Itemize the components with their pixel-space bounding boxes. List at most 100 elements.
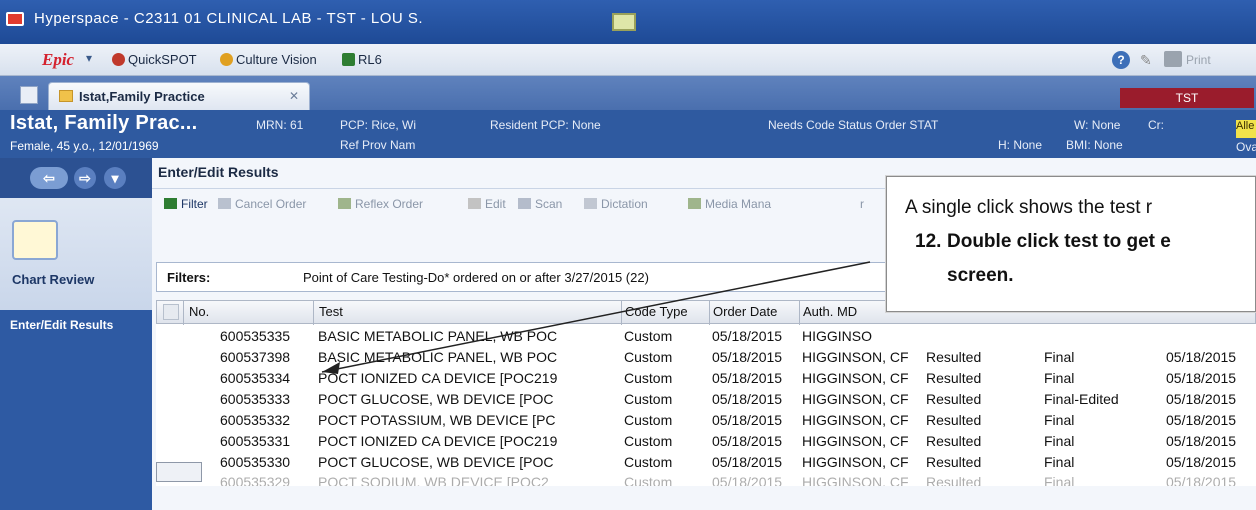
row-order-date: 05/18/2015 [712,391,783,407]
culture-vision-button[interactable]: Culture Vision [236,52,317,67]
row-order-date: 05/18/2015 [712,454,783,470]
row-code-type: Custom [624,328,673,344]
table-row[interactable]: 600535329 POCT SODIUM, WB DEVICE [POC2 C… [156,472,1256,486]
row-auth-md: HIGGINSON, CF [802,454,909,470]
epic-menu-button[interactable]: Epic [42,50,74,70]
column-header-auth-md[interactable]: Auth. MD [803,304,857,319]
row-order-date: 05/18/2015 [712,349,783,365]
patient-ref-prov: Ref Prov Nam [340,138,416,152]
row-result-status: Final [1044,370,1075,386]
quickspot-button[interactable]: QuickSPOT [128,52,197,67]
sidebar-item-chart-review[interactable]: Chart Review [0,198,152,310]
scan-button[interactable]: Scan [518,197,562,211]
navigation-controls: ⇦ ⇨ ▾ [0,158,152,198]
row-result-status: Final [1044,433,1075,449]
edit-button[interactable]: Edit [468,197,506,211]
table-row[interactable]: 600535333 POCT GLUCOSE, WB DEVICE [POC C… [156,389,1256,410]
column-header-order-date[interactable]: Order Date [713,304,777,319]
select-all-checkbox[interactable] [163,304,179,320]
row-result-date: 05/18/2015 [1166,412,1237,428]
media-icon [688,198,701,209]
table-row[interactable]: 600535335 BASIC METABOLIC PANEL, WB POC … [156,326,1256,347]
home-tab-button[interactable] [20,86,38,104]
column-header-test[interactable]: Test [319,304,343,319]
sidebar-item-enter-edit-results[interactable]: Enter/Edit Results [0,310,152,340]
callout-line-1: A single click shows the test r [905,197,1153,218]
table-row[interactable]: 600537398 BASIC METABOLIC PANEL, WB POC … [156,347,1256,368]
results-table: No. Test Code Type Order Date Auth. MD 6… [156,300,1256,486]
row-result-date: 05/18/2015 [1166,391,1237,407]
instruction-callout: A single click shows the test r 12. Doub… [886,176,1256,312]
help-icon[interactable]: ? [1112,51,1130,69]
row-order-number: 600537398 [220,349,291,365]
column-header-code-type[interactable]: Code Type [625,304,688,319]
row-status: Resulted [926,370,982,386]
chevron-down-icon[interactable]: ▾ [86,51,92,65]
tab-label: Istat,Family Practice [79,89,205,104]
window-title-bar: Hyperspace - C2311 01 CLINICAL LAB - TST… [0,0,1256,44]
back-arrow-icon[interactable]: ⇦ [30,167,68,189]
filter-icon [164,198,177,209]
table-row[interactable]: 600535332 POCT POTASSIUM, WB DEVICE [PC … [156,410,1256,431]
dictation-button[interactable]: Dictation [584,197,648,211]
patient-pcp[interactable]: PCP: Rice, Wi [340,118,416,132]
row-test-name: POCT GLUCOSE, WB DEVICE [POC [318,454,554,470]
row-auth-md: HIGGINSO [802,328,873,344]
row-order-date: 05/18/2015 [712,370,783,386]
column-separator [709,301,710,325]
table-row[interactable]: 600535334 POCT IONIZED CA DEVICE [POC219… [156,368,1256,389]
media-manager-button[interactable]: Media Mana [688,197,771,211]
dictation-icon [584,198,597,209]
filters-bar[interactable]: Filters: Point of Care Testing-Do* order… [156,262,916,292]
row-order-date: 05/18/2015 [712,433,783,449]
row-order-date: 05/18/2015 [712,328,783,344]
epic-toolbar: Epic ▾ QuickSPOT Culture Vision RL6 ? ✎ … [0,44,1256,76]
patient-name[interactable]: Istat, Family Prac... [10,112,198,135]
row-order-date: 05/18/2015 [712,474,783,486]
patient-bmi: BMI: None [1066,138,1123,152]
row-auth-md: HIGGINSON, CF [802,370,909,386]
cancel-icon [218,198,231,209]
print-button[interactable]: Print [1186,53,1211,67]
edit-icon [468,198,481,209]
row-status: Resulted [926,433,982,449]
patient-code-status[interactable]: Needs Code Status Order STAT [768,118,938,132]
allergies-badge[interactable]: Alle [1236,120,1256,138]
table-row[interactable]: 600535331 POCT IONIZED CA DEVICE [POC219… [156,431,1256,452]
patient-header: Istat, Family Prac... Female, 45 y.o., 1… [0,110,1256,158]
reflex-order-button[interactable]: Reflex Order [338,197,423,211]
tab-patient-workspace[interactable]: Istat,Family Practice ✕ [48,82,310,110]
row-order-number: 600535334 [220,370,291,386]
folder-icon [59,90,73,102]
monitor-icon[interactable] [612,13,636,31]
filter-button[interactable]: Filter [164,197,208,211]
toolbar-overflow[interactable]: r [860,197,864,211]
row-code-type: Custom [624,370,673,386]
printer-icon[interactable] [1164,51,1182,67]
row-order-number: 600535332 [220,412,291,428]
row-test-name: POCT SODIUM, WB DEVICE [POC2 [318,474,549,486]
workspace-tab-bar: Istat,Family Practice ✕ TST [0,76,1256,110]
culture-vision-icon [220,53,233,66]
history-dropdown-icon[interactable]: ▾ [104,167,126,189]
column-separator [183,301,184,325]
row-order-date: 05/18/2015 [712,412,783,428]
row-code-type: Custom [624,474,673,486]
row-result-date: 05/18/2015 [1166,454,1237,470]
column-header-no[interactable]: No. [189,304,209,319]
horizontal-scrollbar[interactable] [156,462,202,482]
row-code-type: Custom [624,433,673,449]
table-row[interactable]: 600535330 POCT GLUCOSE, WB DEVICE [POC C… [156,452,1256,473]
pen-icon[interactable]: ✎ [1140,52,1152,69]
filters-value: Point of Care Testing-Do* ordered on or … [303,270,649,285]
forward-arrow-icon[interactable]: ⇨ [74,167,96,189]
row-order-number: 600535331 [220,433,291,449]
row-order-number: 600535329 [220,474,291,486]
rl6-button[interactable]: RL6 [358,52,382,67]
environment-badge: TST [1120,88,1254,108]
activity-sidebar: Chart Review Enter/Edit Results [0,198,152,510]
close-icon[interactable]: ✕ [287,89,301,103]
row-status: Resulted [926,454,982,470]
cancel-order-button[interactable]: Cancel Order [218,197,306,211]
row-test-name: POCT IONIZED CA DEVICE [POC219 [318,433,558,449]
